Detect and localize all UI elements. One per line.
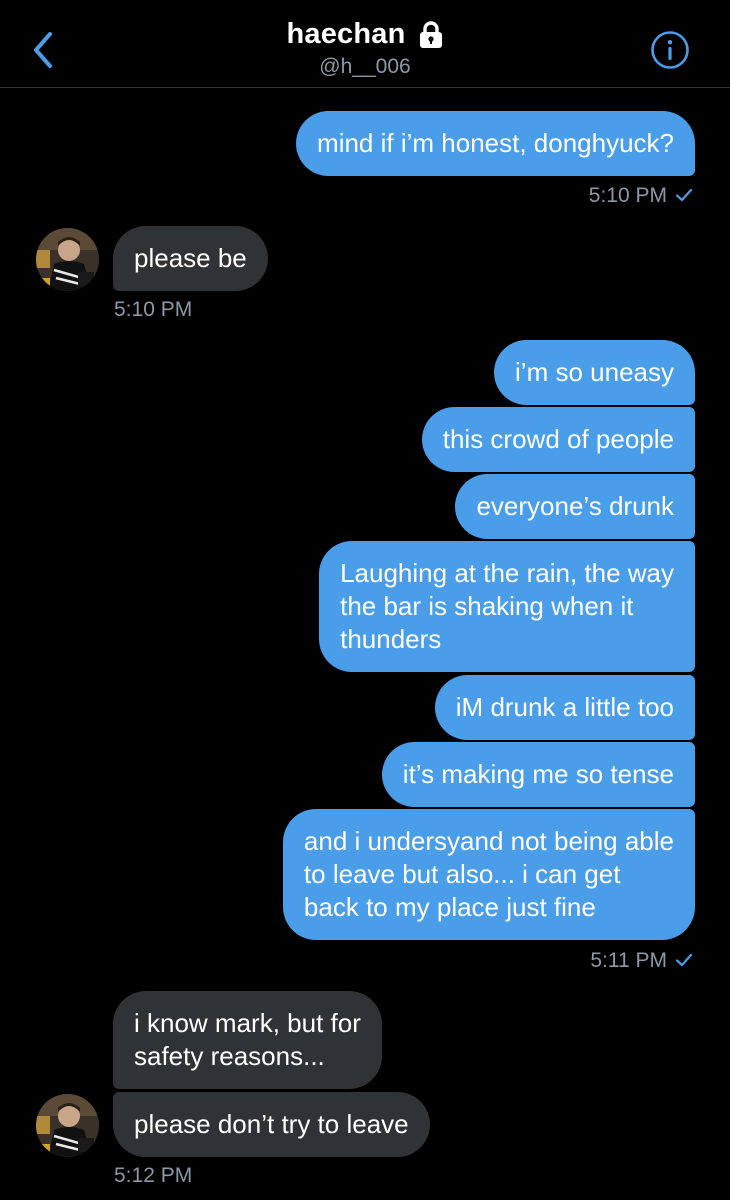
conversation-header: haechan @h__006 [0, 0, 730, 88]
sent-message-bubble[interactable]: it’s making me so tense [381, 742, 695, 807]
message-text: please be [134, 243, 247, 273]
message-text-line: to leave but also... i can get [303, 859, 621, 889]
message-timestamp: 5:10 PM [114, 298, 193, 321]
avatar[interactable] [36, 228, 99, 291]
avatar[interactable] [36, 1094, 99, 1157]
conversation-handle: @h__006 [319, 55, 411, 78]
message-text: everyone’s drunk [476, 491, 674, 521]
info-button[interactable] [650, 30, 690, 70]
sent-message-bubble[interactable]: this crowd of people [421, 407, 695, 472]
message-text-line: safety reasons... [134, 1041, 325, 1071]
checkmark-icon [675, 184, 693, 208]
received-message-bubble[interactable]: please be [113, 226, 268, 291]
sent-message-bubble[interactable]: Laughing at the rain, the way the bar is… [319, 541, 695, 672]
message-timestamp: 5:11 PM [590, 949, 693, 973]
message-text: it’s making me so tense [402, 759, 674, 789]
conversation-title-block[interactable]: haechan @h__006 [0, 18, 730, 79]
received-message-bubble[interactable]: please don’t try to leave [113, 1092, 430, 1157]
message-text-line: the bar is shaking when it [340, 591, 634, 621]
message-timestamp: 5:12 PM [114, 1164, 193, 1187]
message-text-line: i know mark, but for [134, 1008, 361, 1038]
lock-icon [418, 20, 444, 49]
message-text-line: thunders [340, 624, 442, 654]
sent-message-bubble[interactable]: mind if i’m honest, donghyuck? [296, 111, 695, 176]
message-text: this crowd of people [442, 424, 674, 454]
info-icon [650, 31, 690, 74]
message-timestamp: 5:10 PM [589, 184, 693, 208]
message-text: i’m so uneasy [515, 357, 674, 387]
message-text-line: Laughing at the rain, the way [340, 558, 674, 588]
sent-message-bubble[interactable]: everyone’s drunk [455, 474, 695, 539]
sent-message-bubble[interactable]: iM drunk a little too [434, 675, 695, 740]
message-text: please don’t try to leave [134, 1109, 409, 1139]
received-message-bubble[interactable]: i know mark, but for safety reasons... [113, 991, 382, 1089]
sent-message-bubble[interactable]: and i undersyand not being able to leave… [282, 809, 695, 940]
checkmark-icon [675, 949, 693, 973]
message-text: mind if i’m honest, donghyuck? [317, 128, 674, 158]
sent-message-bubble[interactable]: i’m so uneasy [494, 340, 695, 405]
conversation-title: haechan [286, 18, 406, 50]
message-text-line: and i undersyand not being able [303, 826, 674, 856]
message-text-line: back to my place just fine [303, 892, 596, 922]
message-text: iM drunk a little too [455, 692, 674, 722]
